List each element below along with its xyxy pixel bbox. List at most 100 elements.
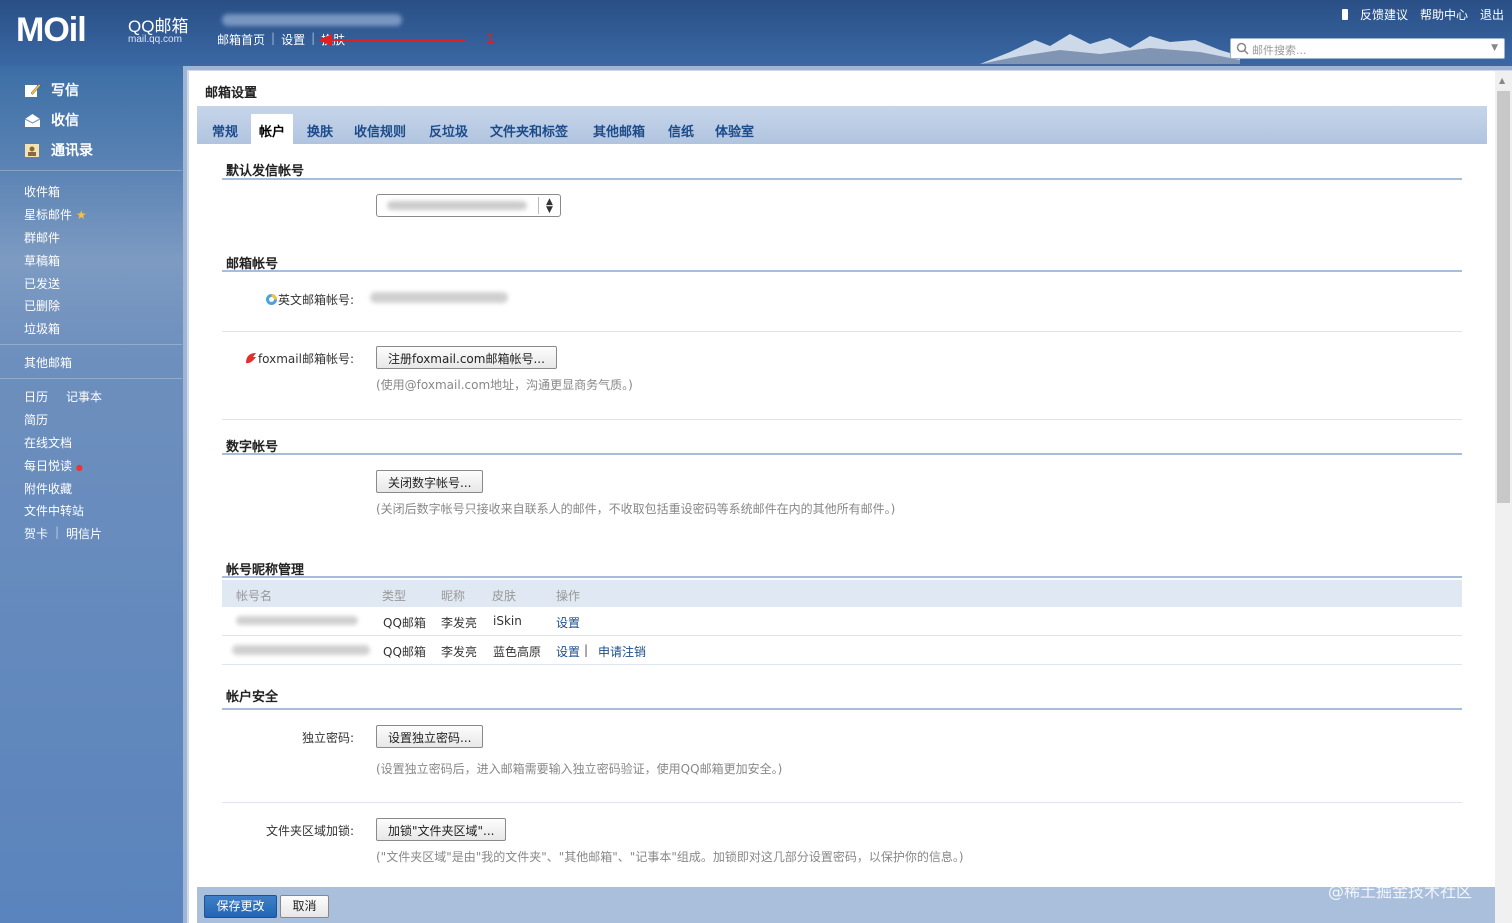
tab-general[interactable]: 常规	[212, 121, 238, 140]
divider	[222, 802, 1462, 803]
app-calendar[interactable]: 日历	[24, 388, 48, 405]
contacts-icon	[25, 143, 39, 157]
row-type: QQ邮箱	[383, 645, 426, 659]
foxmail-account-label: foxmail邮箱帐号:	[238, 350, 354, 367]
nav-skin[interactable]: 换肤	[321, 31, 351, 48]
section-account-security: 帐户安全	[226, 690, 279, 705]
mountain-decoration	[980, 34, 1240, 64]
row-cancel-account-link[interactable]: 申请注销	[598, 643, 646, 660]
digital-account-hint: (关闭后数字帐号只接收来自联系人的邮件，不收取包括重设密码等系统邮件在内的其他所…	[376, 502, 896, 516]
chevron-down-icon[interactable]: ▼	[1491, 43, 1498, 53]
section-divider	[222, 270, 1462, 272]
row-skin: 蓝色高原	[493, 645, 542, 659]
divider	[0, 378, 182, 379]
qq-mail-logo[interactable]: MOil QQ邮箱 mail.qq.com	[16, 10, 196, 52]
tab-stationery[interactable]: 信纸	[668, 121, 694, 140]
app-attachments[interactable]: 附件收藏	[24, 480, 72, 497]
folder-group[interactable]: 群邮件	[24, 229, 60, 246]
annotation-1: 1	[486, 30, 495, 47]
logo-mark: MOil	[16, 11, 87, 49]
close-digital-account-button[interactable]: 关闭数字帐号...	[376, 470, 484, 493]
receive-button[interactable]: 收信	[24, 110, 79, 130]
folder-inbox[interactable]: 收件箱	[24, 183, 60, 200]
row-nickname: 李发亮	[441, 645, 478, 659]
independent-password-hint: (设置独立密码后，进入邮箱需要输入独立密码验证，使用QQ邮箱更加安全。)	[376, 762, 783, 776]
feedback-link[interactable]: 反馈建议	[1360, 6, 1408, 23]
tab-anti-spam[interactable]: 反垃圾	[429, 121, 468, 140]
separator: |	[55, 525, 60, 539]
select-arrows-icon: ▲ ▼	[538, 197, 560, 215]
scroll-up-icon[interactable]: ▲	[1499, 76, 1505, 85]
column-actions: 操作	[556, 589, 581, 603]
lock-folder-area-button[interactable]: 加锁"文件夹区域"...	[376, 818, 507, 841]
row-type: QQ邮箱	[383, 616, 426, 630]
top-nav: 邮箱首页 | 设置 | 换肤	[217, 31, 351, 48]
inbox-icon	[24, 113, 41, 127]
cancel-button[interactable]: 取消	[280, 895, 329, 918]
contacts-label: 通讯录	[51, 143, 93, 159]
settings-tabs: 常规 帐户 换肤 收信规则 反垃圾 文件夹和标签 其他邮箱 信纸 体验室	[197, 106, 1487, 148]
footer-bar	[197, 887, 1495, 923]
folder-starred[interactable]: 星标邮件 ★	[24, 206, 87, 223]
section-divider	[222, 708, 1462, 710]
app-postcard[interactable]: 明信片	[66, 525, 102, 542]
folder-deleted[interactable]: 已删除	[24, 297, 60, 314]
phone-icon[interactable]	[1341, 9, 1348, 20]
pencil-icon	[25, 83, 41, 97]
register-foxmail-button[interactable]: 注册foxmail.com邮箱帐号...	[376, 346, 557, 369]
section-divider	[222, 576, 1462, 578]
tab-skin[interactable]: 换肤	[307, 121, 333, 140]
compose-button[interactable]: 写信	[24, 80, 79, 100]
folder-starred-label: 星标邮件	[24, 208, 73, 222]
sidebar: 写信 收信 通讯录 收件箱 星标邮件 ★ 群邮件 草稿箱 已发送 已删除 垃圾箱…	[0, 66, 185, 923]
section-default-sender: 默认发信帐号	[226, 164, 305, 179]
column-nickname: 昵称	[441, 589, 466, 603]
logo-domain: mail.qq.com	[128, 34, 182, 45]
default-sender-select[interactable]: ▲ ▼	[376, 194, 561, 217]
tab-other-mail[interactable]: 其他邮箱	[593, 121, 645, 140]
blurred-account-name	[232, 645, 370, 655]
nav-separator: |	[311, 31, 316, 45]
divider	[0, 170, 182, 171]
column-type: 类型	[382, 589, 407, 603]
app-file-transfer[interactable]: 文件中转站	[24, 502, 84, 519]
app-daily-reading-label: 每日悦读	[24, 459, 73, 473]
help-center-link[interactable]: 帮助中心	[1420, 6, 1468, 23]
contacts-button[interactable]: 通讯录	[24, 140, 93, 160]
app-daily-reading[interactable]: 每日悦读 ●	[24, 457, 83, 474]
row-settings-link[interactable]: 设置	[556, 614, 580, 631]
row-nickname: 李发亮	[441, 616, 478, 630]
top-links: 反馈建议 帮助中心 退出	[1341, 6, 1504, 23]
blurred-account-name	[236, 616, 358, 625]
scrollbar-thumb[interactable]	[1497, 91, 1510, 503]
tab-receive-rules[interactable]: 收信规则	[354, 121, 406, 140]
page-title: 邮箱设置	[205, 86, 258, 101]
logout-link[interactable]: 退出	[1480, 6, 1504, 23]
section-divider	[222, 453, 1462, 455]
scrollbar[interactable]: ▲	[1495, 71, 1512, 923]
nav-settings[interactable]: 设置	[281, 31, 311, 48]
blurred-value	[387, 201, 527, 210]
row-skin: iSkin	[493, 614, 522, 628]
tab-folders-labels[interactable]: 文件夹和标签	[490, 121, 568, 140]
app-online-docs[interactable]: 在线文档	[24, 434, 72, 451]
app-notebook[interactable]: 记事本	[66, 388, 102, 405]
folder-drafts[interactable]: 草稿箱	[24, 252, 60, 269]
folder-sent[interactable]: 已发送	[24, 275, 60, 292]
tab-lab[interactable]: 体验室	[715, 121, 754, 140]
app-greeting-card[interactable]: 贺卡	[24, 525, 48, 542]
column-skin: 皮肤	[492, 589, 517, 603]
folder-spam[interactable]: 垃圾箱	[24, 320, 60, 337]
set-independent-password-button[interactable]: 设置独立密码...	[376, 725, 484, 748]
english-account-label: 英文邮箱帐号:	[258, 291, 354, 308]
mail-search-box[interactable]: 邮件搜索... ▼	[1230, 38, 1505, 59]
nav-mail-home[interactable]: 邮箱首页	[217, 31, 271, 48]
save-changes-button[interactable]: 保存更改	[204, 895, 277, 918]
app-resume[interactable]: 简历	[24, 411, 48, 428]
folder-other-mail[interactable]: 其他邮箱	[24, 354, 72, 371]
blurred-username	[222, 14, 402, 26]
tab-account[interactable]: 帐户	[251, 114, 294, 148]
row-settings-link[interactable]: 设置	[556, 643, 580, 660]
receive-label: 收信	[51, 113, 79, 129]
divider	[0, 344, 182, 345]
